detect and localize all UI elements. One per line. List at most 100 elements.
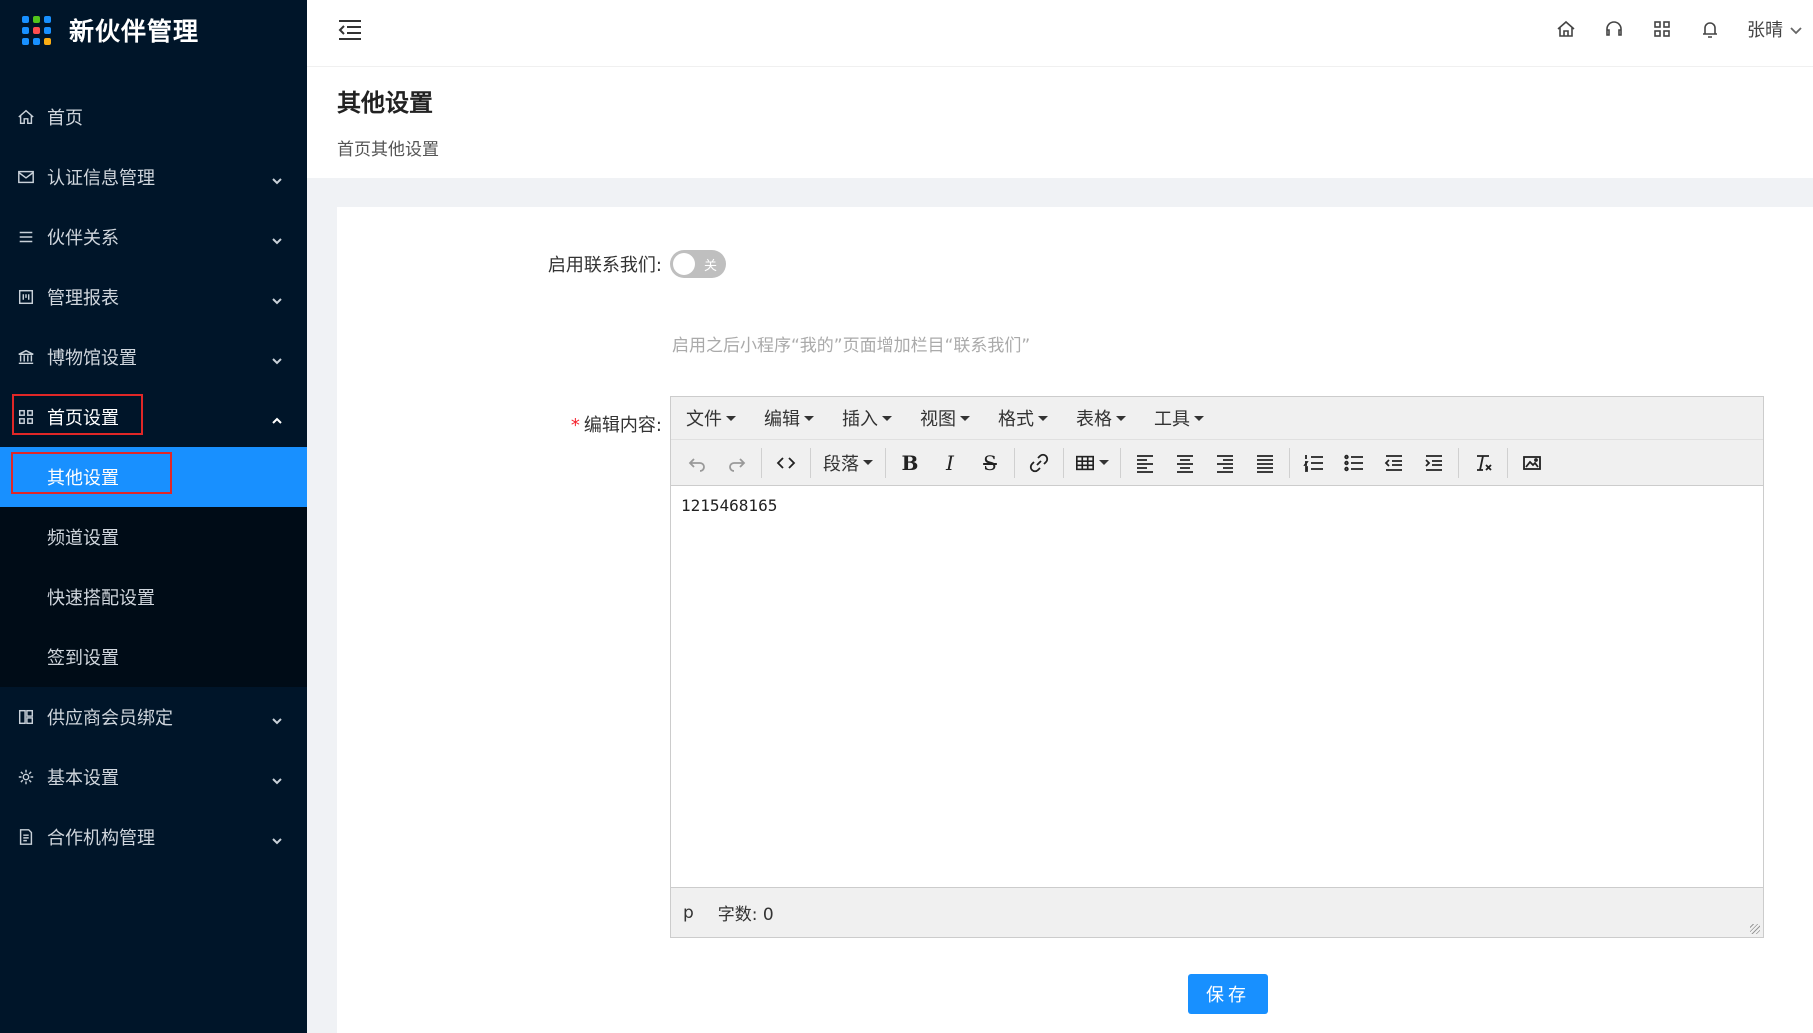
home-icon[interactable] <box>1555 18 1577 40</box>
sidebar-item-label: 合作机构管理 <box>47 828 155 849</box>
museum-icon <box>16 347 36 367</box>
resize-handle-icon[interactable] <box>1750 924 1760 934</box>
menu-label: 格式 <box>998 409 1034 430</box>
toolbar-separator <box>1014 447 1015 478</box>
page-title: 其他设置 <box>337 89 433 117</box>
page-header: 其他设置 首页其他设置 <box>307 67 1813 178</box>
editor-content-area[interactable]: 1215468165 <box>671 486 1763 886</box>
align-right-icon[interactable] <box>1205 446 1245 480</box>
sidebar-item-label: 认证信息管理 <box>47 168 155 189</box>
sidebar-item-partner-org[interactable]: 合作机构管理 <box>0 807 307 867</box>
editor-menubar: 文件 编辑 插入 视图 格式 表格 工具 <box>671 397 1763 440</box>
toolbar-separator <box>1120 447 1121 478</box>
sidebar-item-museum[interactable]: 博物馆设置 <box>0 327 307 387</box>
sidebar-subitem-label: 签到设置 <box>47 648 119 669</box>
document-icon <box>16 827 36 847</box>
table-icon[interactable] <box>1068 446 1116 480</box>
bullet-list-icon[interactable] <box>1334 446 1374 480</box>
caret-down-icon <box>863 460 873 465</box>
sidebar-item-certification[interactable]: 认证信息管理 <box>0 147 307 207</box>
report-icon <box>16 287 36 307</box>
editor-statusbar: p 字数: 0 <box>671 887 1763 937</box>
caret-down-icon <box>1116 415 1126 421</box>
sidebar-subitem-channel-settings[interactable]: 频道设置 <box>0 507 307 567</box>
sidebar-subitem-label: 频道设置 <box>47 528 119 549</box>
contact-us-hint: 启用之后小程序“我的”页面增加栏目“联系我们” <box>672 336 1031 356</box>
menu-view[interactable]: 视图 <box>911 405 979 431</box>
toolbar-separator <box>1063 447 1064 478</box>
sidebar-item-homepage-settings[interactable]: 首页设置 <box>0 387 307 447</box>
mail-icon <box>16 167 36 187</box>
menu-label: 表格 <box>1076 409 1112 430</box>
contact-us-toggle[interactable]: 关 <box>670 250 726 278</box>
sidebar-item-basic-settings[interactable]: 基本设置 <box>0 747 307 807</box>
menu-label: 编辑 <box>764 409 800 430</box>
sidebar-item-label: 伙伴关系 <box>47 228 119 249</box>
headset-icon[interactable] <box>1603 18 1625 40</box>
paragraph-dropdown[interactable]: 段落 <box>815 450 881 476</box>
align-center-icon[interactable] <box>1165 446 1205 480</box>
indent-icon[interactable] <box>1414 446 1454 480</box>
bold-icon[interactable]: B <box>890 446 930 480</box>
caret-down-icon <box>726 415 736 421</box>
toolbar-separator <box>1458 447 1459 478</box>
toggle-knob <box>673 253 695 275</box>
sidebar-menu: 首页 认证信息管理 伙伴关系 管理报表 博物馆设置 首页设置 其他设置 频道设置… <box>0 87 307 867</box>
chevron-down-icon <box>271 291 283 305</box>
home-icon <box>16 107 36 127</box>
strikethrough-icon[interactable]: S <box>970 446 1010 480</box>
chevron-down-icon[interactable] <box>1789 22 1803 36</box>
bell-icon[interactable] <box>1699 18 1721 40</box>
submenu: 其他设置 频道设置 快速搭配设置 签到设置 <box>0 447 307 687</box>
sidebar-item-reports[interactable]: 管理报表 <box>0 267 307 327</box>
menu-format[interactable]: 格式 <box>989 405 1057 431</box>
undo-icon[interactable] <box>677 446 717 480</box>
menu-tools[interactable]: 工具 <box>1145 405 1213 431</box>
sidebar-subitem-label: 快速搭配设置 <box>47 588 155 609</box>
app-title: 新伙伴管理 <box>69 17 200 46</box>
chevron-down-icon <box>271 231 283 245</box>
highlight-box <box>11 452 172 494</box>
link-icon[interactable] <box>1019 446 1059 480</box>
menu-insert[interactable]: 插入 <box>833 405 901 431</box>
menu-label: 插入 <box>842 409 878 430</box>
sidebar-subitem-quick-match-settings[interactable]: 快速搭配设置 <box>0 567 307 627</box>
sidebar-subitem-other-settings[interactable]: 其他设置 <box>0 447 307 507</box>
italic-icon[interactable]: I <box>930 446 970 480</box>
chevron-down-icon <box>271 831 283 845</box>
sidebar-item-label: 基本设置 <box>47 768 119 789</box>
toolbar-separator <box>885 447 886 478</box>
apps-icon[interactable] <box>1651 18 1673 40</box>
menu-table[interactable]: 表格 <box>1067 405 1135 431</box>
menu-edit[interactable]: 编辑 <box>755 405 823 431</box>
image-icon[interactable] <box>1512 446 1552 480</box>
align-justify-icon[interactable] <box>1245 446 1285 480</box>
source-code-icon[interactable] <box>766 446 806 480</box>
menu-label: 文件 <box>686 409 722 430</box>
element-path[interactable]: p <box>683 903 694 923</box>
menu-collapse-icon[interactable] <box>337 18 363 42</box>
sidebar-item-home[interactable]: 首页 <box>0 87 307 147</box>
caret-down-icon <box>1099 460 1109 465</box>
caret-down-icon <box>960 415 970 421</box>
numbered-list-icon[interactable] <box>1294 446 1334 480</box>
align-left-icon[interactable] <box>1125 446 1165 480</box>
chevron-down-icon <box>271 171 283 185</box>
caret-down-icon <box>1194 415 1204 421</box>
menu-file[interactable]: 文件 <box>677 405 745 431</box>
redo-icon[interactable] <box>717 446 757 480</box>
caret-down-icon <box>1038 415 1048 421</box>
save-button[interactable]: 保存 <box>1188 974 1268 1014</box>
sidebar-item-partners[interactable]: 伙伴关系 <box>0 207 307 267</box>
word-count: 字数: 0 <box>717 905 774 925</box>
required-mark: * <box>570 415 580 436</box>
user-name[interactable]: 张晴 <box>1747 16 1783 42</box>
toggle-text: 关 <box>703 259 717 274</box>
sidebar: 新伙伴管理 首页 认证信息管理 伙伴关系 管理报表 博物馆设置 首页设置 其他设… <box>0 0 307 1033</box>
outdent-icon[interactable] <box>1374 446 1414 480</box>
menu-label: 视图 <box>920 409 956 430</box>
sidebar-item-supplier-binding[interactable]: 供应商会员绑定 <box>0 687 307 747</box>
apps-icon <box>16 707 36 727</box>
sidebar-subitem-checkin-settings[interactable]: 签到设置 <box>0 627 307 687</box>
clear-format-icon[interactable] <box>1463 446 1503 480</box>
